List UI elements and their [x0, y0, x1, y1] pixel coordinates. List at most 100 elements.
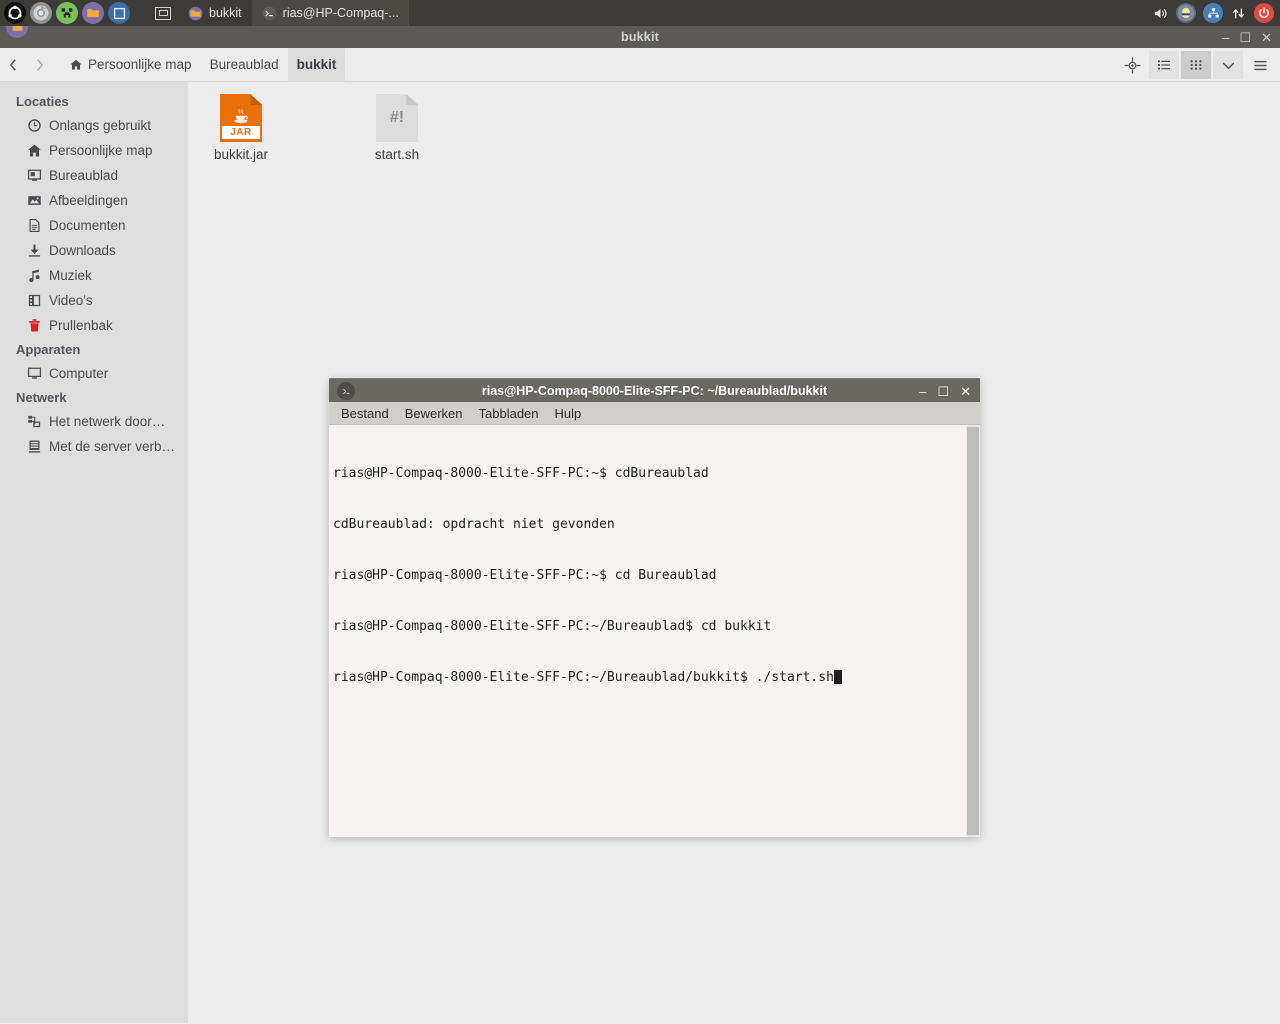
breadcrumb-label: Bureaublad	[209, 57, 279, 72]
user-account-icon[interactable]	[1176, 3, 1196, 23]
terminal-line: rias@HP-Compaq-8000-Elite-SFF-PC:~$ cdBu…	[333, 466, 709, 481]
toolbar-right-buttons	[1116, 48, 1276, 82]
music-note-icon	[26, 268, 42, 284]
sidebar-label: Muziek	[49, 268, 92, 283]
sidebar-item-computer[interactable]: Computer	[0, 361, 188, 386]
sidebar-item-desktop[interactable]: Bureaublad	[0, 163, 188, 188]
sidebar: Locaties Onlangs gebruikt Persoonlijke m…	[0, 82, 188, 1023]
scrollbar-thumb[interactable]	[967, 427, 979, 835]
terminal-menubar: Bestand Bewerken Tabbladen Hulp	[329, 402, 980, 425]
task-label: bukkit	[209, 6, 242, 20]
minecraft-creeper-icon[interactable]	[56, 2, 78, 24]
minimize-button[interactable]: –	[919, 385, 926, 398]
folder-glyph	[87, 8, 99, 18]
jar-badge-label: JAR	[222, 126, 260, 139]
sidebar-heading-netwerk: Netwerk	[16, 390, 67, 405]
breadcrumb: Persoonlijke map Bureaublad bukkit	[60, 47, 346, 82]
maximize-button[interactable]: ☐	[937, 385, 949, 398]
network-icon[interactable]	[1203, 3, 1223, 23]
sidebar-item-pictures[interactable]: Afbeeldingen	[0, 188, 188, 213]
sidebar-item-music[interactable]: Muziek	[0, 263, 188, 288]
launcher-group	[0, 2, 132, 24]
minimize-button[interactable]: –	[1222, 31, 1229, 44]
sidebar-item-videos[interactable]: Video's	[0, 288, 188, 313]
desktop-icon	[26, 168, 42, 184]
sidebar-label: Prullenbak	[49, 318, 113, 333]
clock-icon	[26, 118, 42, 134]
sidebar-item-network-browse[interactable]: Het netwerk door…	[0, 409, 188, 434]
document-icon	[26, 218, 42, 234]
files-icon[interactable]	[82, 2, 104, 24]
close-button[interactable]: ✕	[960, 385, 971, 398]
terminal-scrollbar[interactable]	[966, 425, 980, 837]
file-manager-window-buttons: – ☐ ✕	[1222, 26, 1272, 48]
chromium-icon[interactable]	[30, 2, 52, 24]
file-item-bukkit-jar[interactable]: JAR bukkit.jar	[202, 94, 280, 162]
server-icon	[26, 439, 42, 455]
list-view-icon[interactable]	[1149, 51, 1179, 79]
file-label: start.sh	[374, 147, 420, 162]
breadcrumb-label: bukkit	[296, 57, 337, 72]
sidebar-heading-apparaten: Apparaten	[16, 342, 81, 357]
terminal-screen[interactable]: rias@HP-Compaq-8000-Elite-SFF-PC:~$ cdBu…	[329, 425, 980, 837]
updown-arrows-icon[interactable]	[1230, 5, 1247, 22]
ubuntu-glyph	[8, 5, 22, 20]
terminal-window-buttons: – ☐ ✕	[919, 379, 971, 403]
file-item-start-sh[interactable]: #! start.sh	[358, 94, 436, 162]
download-icon	[26, 243, 42, 259]
hamburger-menu-icon[interactable]	[1245, 51, 1275, 79]
sidebar-heading-locaties: Locaties	[16, 94, 69, 109]
volume-icon[interactable]	[1152, 5, 1169, 22]
task-button-bukkit[interactable]: bukkit	[178, 0, 252, 26]
show-desktop-button[interactable]	[148, 0, 178, 26]
power-icon[interactable]	[1254, 3, 1274, 23]
forward-button[interactable]	[26, 48, 52, 82]
home-icon	[26, 143, 42, 159]
close-button[interactable]: ✕	[1261, 31, 1272, 44]
terminal-line: cdBureaublad: opdracht niet gevonden	[333, 517, 615, 532]
top-panel: bukkit rias@HP-Compaq-...	[0, 0, 1280, 26]
system-tray	[1152, 0, 1274, 26]
task-list: bukkit rias@HP-Compaq-...	[148, 0, 409, 26]
task-label: rias@HP-Compaq-...	[282, 6, 399, 20]
sidebar-item-recent[interactable]: Onlangs gebruikt	[0, 113, 188, 138]
maximize-button[interactable]: ☐	[1239, 31, 1251, 44]
sidebar-item-connect-server[interactable]: Met de server verb…	[0, 434, 188, 459]
menu-tabbladen[interactable]: Tabbladen	[471, 402, 547, 425]
file-manager-titlebar[interactable]: bukkit – ☐ ✕	[0, 16, 1280, 48]
sidebar-item-home[interactable]: Persoonlijke map	[0, 138, 188, 163]
back-button[interactable]	[0, 48, 26, 82]
breadcrumb-item-bukkit[interactable]: bukkit	[287, 47, 346, 82]
chevron-down-icon[interactable]	[1213, 51, 1243, 79]
breadcrumb-label: Persoonlijke map	[88, 57, 192, 72]
network-browse-icon	[26, 414, 42, 430]
menu-bewerken[interactable]: Bewerken	[397, 402, 471, 425]
creeper-face	[61, 8, 73, 18]
sidebar-item-trash[interactable]: Prullenbak	[0, 313, 188, 338]
location-target-icon[interactable]	[1117, 51, 1147, 79]
breadcrumb-item-bureaublad[interactable]: Bureaublad	[201, 48, 288, 82]
menu-bestand[interactable]: Bestand	[333, 402, 397, 425]
terminal-line: rias@HP-Compaq-8000-Elite-SFF-PC:~$ cd B…	[333, 568, 717, 583]
sidebar-label: Video's	[49, 293, 93, 308]
home-icon	[70, 59, 82, 70]
sidebar-item-documents[interactable]: Documenten	[0, 213, 188, 238]
terminal-prompt-line: rias@HP-Compaq-8000-Elite-SFF-PC:~/Burea…	[333, 669, 980, 686]
trash-icon	[26, 318, 42, 334]
sidebar-label: Computer	[49, 366, 109, 381]
terminal-titlebar[interactable]: rias@HP-Compaq-8000-Elite-SFF-PC: ~/Bure…	[329, 378, 980, 402]
window-icon[interactable]	[108, 2, 130, 24]
task-button-terminal[interactable]: rias@HP-Compaq-...	[251, 0, 409, 26]
image-icon	[26, 193, 42, 209]
chromium-glyph	[33, 5, 49, 21]
ubuntu-logo-icon[interactable]	[4, 2, 26, 24]
sidebar-label: Onlangs gebruikt	[49, 118, 152, 133]
sidebar-label: Met de server verb…	[49, 439, 176, 454]
sidebar-item-downloads[interactable]: Downloads	[0, 238, 188, 263]
terminal-line: rias@HP-Compaq-8000-Elite-SFF-PC:~/Burea…	[333, 670, 834, 685]
breadcrumb-item-home[interactable]: Persoonlijke map	[60, 48, 201, 82]
grid-view-icon[interactable]	[1181, 51, 1211, 79]
terminal-title: rias@HP-Compaq-8000-Elite-SFF-PC: ~/Bure…	[481, 383, 828, 398]
file-manager-title: bukkit	[620, 30, 659, 44]
menu-hulp[interactable]: Hulp	[547, 402, 590, 425]
